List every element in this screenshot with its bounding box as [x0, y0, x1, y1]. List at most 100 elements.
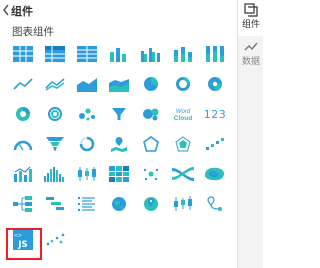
line-chart-icon — [13, 78, 33, 90]
column-chart-icon — [110, 48, 126, 62]
panel-header: 组件 — [0, 0, 237, 22]
histogram-icon — [44, 167, 64, 182]
radar-chart-icon — [175, 136, 191, 152]
percent-ring-icon — [79, 136, 95, 152]
percent-column-chart-widget[interactable] — [200, 40, 230, 68]
bar-line-combo-icon — [14, 166, 32, 182]
radar-chart-widget[interactable] — [168, 130, 198, 158]
section-title-chart-components: 图表组件 — [12, 26, 54, 38]
side-tab-bar: 组件 数据 — [237, 0, 264, 268]
tree-diagram-icon — [13, 196, 32, 212]
sankey-icon — [172, 167, 194, 181]
gantt-chart-icon — [46, 197, 64, 210]
scatter-trend-icon — [46, 233, 65, 246]
tab-components[interactable]: 组件 — [238, 0, 264, 36]
donut-chart-widget[interactable] — [168, 70, 198, 98]
bar-line-combo-widget[interactable] — [8, 160, 38, 188]
stacked-area-icon — [109, 79, 129, 92]
box-plot-widget[interactable] — [72, 160, 102, 188]
multi-pie-icon — [16, 107, 30, 121]
globe-icon — [112, 197, 126, 211]
stacked-area-chart-widget[interactable] — [104, 70, 134, 98]
collapse-arrow-icon[interactable] — [2, 4, 10, 16]
scatter-chart-icon — [143, 168, 159, 181]
detail-table-widget[interactable] — [72, 40, 102, 68]
grouped-column-icon — [141, 48, 160, 62]
map-marker-icon — [111, 137, 127, 152]
word-cloud-icon: Word Cloud — [174, 109, 192, 122]
map-region-widget[interactable] — [200, 160, 230, 188]
word-cloud-line2: Cloud — [174, 115, 192, 122]
pie-chart-icon — [144, 77, 158, 91]
globe-widget[interactable] — [104, 190, 134, 218]
funnel-chart-widget[interactable] — [104, 100, 134, 128]
box-plot-icon — [78, 167, 96, 181]
grouped-column-chart-widget[interactable] — [136, 40, 166, 68]
list-icon — [78, 197, 95, 211]
funnel-chart-icon — [112, 108, 126, 120]
selected-widget-highlight — [6, 228, 42, 260]
multi-pie-chart-widget[interactable] — [8, 100, 38, 128]
heatmap-icon — [109, 166, 129, 182]
pyramid-funnel-icon — [46, 137, 64, 151]
ring-progress-widget[interactable] — [40, 100, 70, 128]
panel-title: 组件 — [11, 5, 33, 18]
candlestick-icon — [174, 196, 192, 211]
detail-table-icon — [77, 46, 97, 62]
pyramid-funnel-widget[interactable] — [40, 130, 70, 158]
percent-ring-widget[interactable] — [72, 130, 102, 158]
table-widget[interactable] — [8, 40, 38, 68]
pentagon-icon — [143, 136, 159, 152]
table-icon — [13, 46, 33, 62]
route-map-icon — [207, 196, 222, 211]
location-map-icon — [144, 197, 158, 211]
donut-chart-icon — [176, 77, 190, 91]
cluster-bubble-icon — [143, 108, 159, 121]
word-cloud-widget[interactable]: Word Cloud — [168, 100, 198, 128]
component-icon — [244, 3, 258, 17]
polygon-widget[interactable] — [136, 130, 166, 158]
tab-data-label: 数据 — [241, 57, 260, 67]
pivot-table-icon — [45, 46, 65, 62]
pivot-table-widget[interactable] — [40, 40, 70, 68]
bubble-chart-widget[interactable] — [72, 100, 102, 128]
tree-diagram-widget[interactable] — [8, 190, 38, 218]
route-map-widget[interactable] — [200, 190, 230, 218]
chart-component-grid: Word Cloud 123 JS <> — [8, 40, 236, 268]
area-chart-icon — [77, 78, 97, 92]
region-map-icon — [204, 167, 225, 181]
step-line-icon — [206, 138, 224, 150]
gauge-widget[interactable] — [8, 130, 38, 158]
percent-column-icon — [206, 46, 224, 62]
pie-chart-widget[interactable] — [136, 70, 166, 98]
line-chart-widget[interactable] — [8, 70, 38, 98]
candlestick-widget[interactable] — [168, 190, 198, 218]
number-widget[interactable]: 123 — [200, 100, 230, 128]
scatter-chart-widget[interactable] — [136, 160, 166, 188]
scatter-trend-widget[interactable] — [40, 226, 70, 254]
location-map-widget[interactable] — [136, 190, 166, 218]
stacked-column-icon — [174, 47, 192, 62]
number-icon: 123 — [203, 107, 227, 121]
data-icon — [244, 42, 258, 51]
rose-chart-icon — [208, 77, 222, 91]
step-line-widget[interactable] — [200, 130, 230, 158]
cluster-bubble-widget[interactable] — [136, 100, 166, 128]
bubble-chart-icon — [79, 108, 95, 121]
area-chart-widget[interactable] — [72, 70, 102, 98]
multi-line-chart-widget[interactable] — [40, 70, 70, 98]
map-marker-widget[interactable] — [104, 130, 134, 158]
gantt-chart-widget[interactable] — [40, 190, 70, 218]
heatmap-widget[interactable] — [104, 160, 134, 188]
column-chart-widget[interactable] — [104, 40, 134, 68]
rose-chart-widget[interactable] — [200, 70, 230, 98]
list-widget[interactable] — [72, 190, 102, 218]
multi-line-chart-icon — [45, 78, 65, 91]
sankey-widget[interactable] — [168, 160, 198, 188]
stacked-column-chart-widget[interactable] — [168, 40, 198, 68]
component-panel: 组件 图表组件 Word Cloud 123 JS <> — [0, 0, 237, 268]
gauge-icon — [13, 140, 33, 151]
tab-data[interactable]: 数据 — [238, 38, 264, 68]
histogram-widget[interactable] — [40, 160, 70, 188]
ring-progress-icon — [48, 107, 62, 121]
